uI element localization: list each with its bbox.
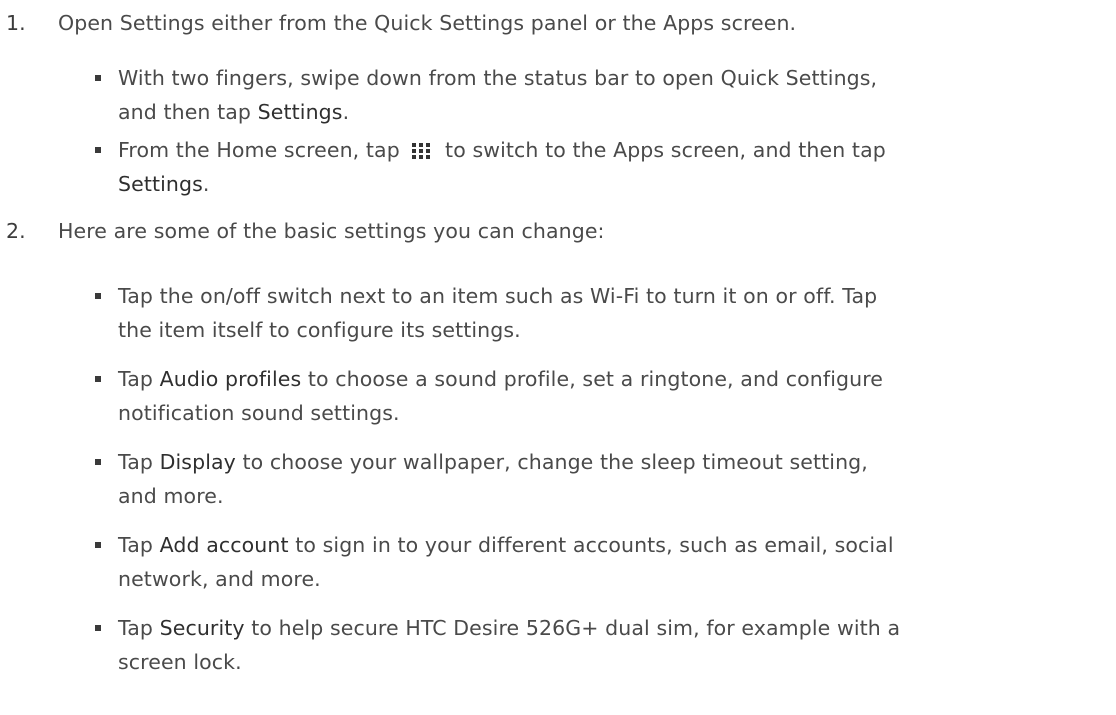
bullet-marker [95,376,101,382]
text-segment: the item itself to configure its setting… [118,318,521,342]
text-segment: . [202,172,210,196]
bullet-marker [95,459,101,465]
step-text: Open Settings either from the Quick Sett… [58,11,797,35]
step-number: 2. [6,219,26,243]
list-item-text: Tap Add account to sign in to your diffe… [118,528,1108,596]
text-segment: to help secure HTC Desire 526G+ dual sim… [244,616,901,640]
instructions-page: 1. Open Settings either from the Quick S… [0,0,1116,715]
text-segment: Tap [118,533,160,557]
bullet-marker [95,542,101,548]
list-item-text: Tap Audio profiles to choose a sound pro… [118,362,1108,430]
text-segment: to choose your wallpaper, change the sle… [235,450,868,474]
bullet-marker [95,147,101,153]
apps-grid-icon [412,143,431,159]
list-item-text: Tap the on/off switch next to an item su… [118,279,1108,347]
text-segment: Tap [118,367,160,391]
text-segment: and then tap [118,100,258,124]
text-segment: notification sound settings. [118,401,400,425]
list-item-text: Tap Security to help secure HTC Desire 5… [118,611,1108,679]
add-account-label: Add account [159,533,289,557]
list-item-text: Tap Display to choose your wallpaper, ch… [118,445,1108,513]
text-segment: network, and more. [118,567,321,591]
list-item-text: With two fingers, swipe down from the st… [118,61,1108,129]
text-segment: and more. [118,484,224,508]
text-segment: From the Home screen, tap [118,138,407,162]
display-label: Display [159,450,236,474]
text-segment: With two fingers, swipe down from the st… [118,66,878,90]
audio-profiles-label: Audio profiles [159,367,302,391]
text-segment: to switch to the Apps screen, and then t… [438,138,886,162]
step-text: Here are some of the basic settings you … [58,219,605,243]
list-item-text: From the Home screen, tap to switch to t… [118,133,1108,201]
text-segment: to choose a sound profile, set a rington… [301,367,883,391]
text-segment: Tap [118,616,160,640]
text-segment: Tap the on/off switch next to an item su… [118,284,878,308]
bullet-marker [95,75,101,81]
bullet-marker [95,625,101,631]
settings-label: Settings [118,172,203,196]
text-segment: Tap [118,450,160,474]
text-segment: screen lock. [118,650,242,674]
text-segment: . [342,100,350,124]
settings-label: Settings [257,100,343,124]
bullet-marker [95,293,101,299]
text-segment: to sign in to your different accounts, s… [288,533,894,557]
step-number: 1. [6,11,26,35]
security-label: Security [159,616,245,640]
